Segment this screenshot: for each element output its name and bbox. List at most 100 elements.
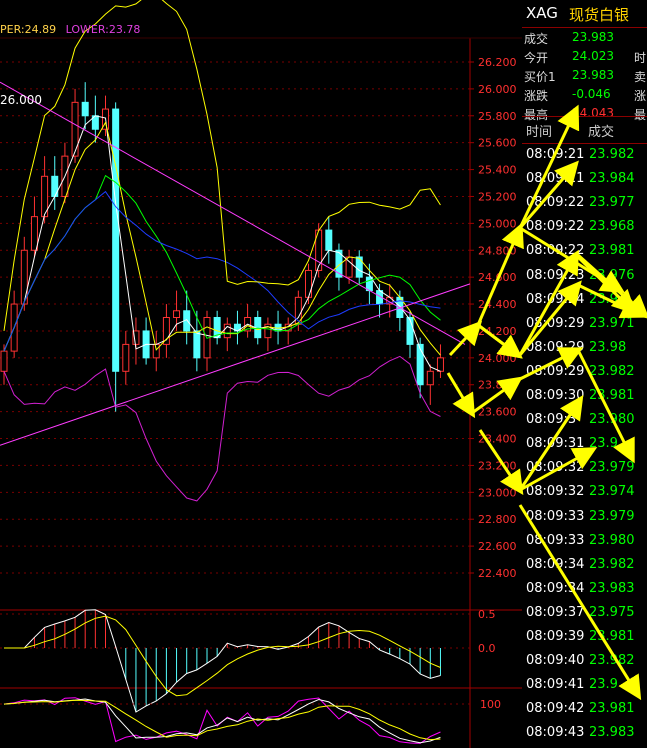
tick-price: 23.984	[589, 171, 635, 187]
tick-row[interactable]: 08:09:22 23.981	[522, 240, 647, 264]
quote-label: 买价1	[524, 70, 556, 84]
tick-row[interactable]: 08:09:22 23.968	[522, 216, 647, 240]
tick-time: 08:09:37	[526, 604, 585, 620]
tick-row[interactable]: 08:09:3 23.980	[522, 409, 647, 433]
tick-time: 08:09:30	[526, 388, 585, 403]
y-tick-label: 23.400	[478, 433, 517, 446]
tick-time: 08:09:29	[526, 315, 585, 331]
y-tick-label: 24.000	[478, 352, 517, 365]
tick-row[interactable]: 08:09:33 23.979	[522, 506, 647, 530]
tick-time: 08:09:43	[526, 725, 585, 741]
quote-value: -0.046	[572, 87, 611, 101]
candle-body	[152, 343, 160, 359]
quote-label: 成交	[524, 32, 549, 46]
candle-body	[0, 350, 8, 372]
tick-row[interactable]: 08:09:43 23.983	[522, 722, 647, 746]
quote-extra-label: 时	[634, 51, 647, 65]
tick-row[interactable]: 08:09:32 23.979	[522, 457, 647, 481]
tick-time: 08:09:22	[526, 243, 585, 259]
bollinger-legend: PER:24.89 LOWER:23.78	[0, 23, 140, 36]
tick-time: 08:09:39	[526, 629, 585, 644]
tick-row[interactable]: 08:09:41 23.9	[522, 674, 647, 698]
tick-row[interactable]: 08:09:32 23.974	[522, 481, 647, 505]
y-tick-label: 24.800	[478, 244, 517, 257]
tick-price: 23.982	[589, 653, 635, 669]
tick-price: 23.9	[589, 436, 618, 452]
tick-row[interactable]: 08:09:42 23.981	[522, 698, 647, 722]
tick-row[interactable]: 08:09:24 23.9	[522, 289, 647, 313]
y-tick-label: 22.800	[478, 513, 517, 526]
tick-time: 08:09:23	[526, 267, 585, 283]
tick-row[interactable]: 08:09:29 23.98	[522, 337, 647, 361]
quote-value: 23.983	[572, 30, 614, 44]
macd-tick-label: 0.0	[478, 642, 496, 655]
tick-price: 23.976	[589, 267, 635, 283]
candle-body	[173, 310, 181, 318]
tick-price: 23.983	[589, 725, 635, 741]
tick-time: 08:09:33	[526, 532, 585, 548]
tick-row[interactable]: 08:09:23 23.976	[522, 265, 647, 289]
candle-body	[20, 249, 28, 305]
quote-header: XAG 现货白银	[522, 0, 647, 28]
symbol-code: XAG	[526, 4, 558, 22]
tick-row[interactable]: 08:09:34 23.982	[522, 554, 647, 578]
tick-row[interactable]: 08:09:29 23.971	[522, 313, 647, 337]
y-tick-label: 23.800	[478, 379, 517, 392]
quote-label: 今开	[524, 51, 549, 65]
tick-row[interactable]: 08:09:33 23.980	[522, 530, 647, 554]
y-tick-label: 26.200	[478, 56, 517, 69]
tick-price: 23.980	[589, 412, 635, 428]
quote-extra-label: 涨	[634, 89, 647, 103]
tick-price: 23.974	[589, 484, 635, 500]
tick-price: 23.979	[589, 460, 635, 476]
candle-body	[426, 370, 434, 386]
tick-time: 08:09:32	[526, 460, 585, 476]
candle-body	[122, 343, 130, 372]
y-tick-label: 25.400	[478, 164, 517, 177]
tick-row[interactable]: 08:09:21 23.984	[522, 168, 647, 192]
y-tick-label: 23.000	[478, 486, 517, 499]
tick-price: 23.9	[589, 291, 618, 307]
tick-row[interactable]: 08:09:21 23.982	[522, 144, 647, 168]
tick-time: 08:09:34	[526, 556, 585, 572]
tick-time: 08:09:29	[526, 339, 585, 355]
tick-row[interactable]: 08:09:31 23.9	[522, 433, 647, 457]
tick-row[interactable]: 08:09:40 23.982	[522, 650, 647, 674]
tick-price: 23.981	[589, 388, 635, 403]
price-column-header: 成交	[588, 125, 615, 140]
tick-row[interactable]: 08:09:30 23.981	[522, 385, 647, 409]
tick-time: 08:09:21	[526, 147, 585, 162]
candle-body	[193, 330, 201, 359]
tick-row[interactable]: 08:09:34 23.983	[522, 578, 647, 602]
tick-price: 23.979	[589, 508, 635, 524]
tick-price: 23.982	[589, 556, 635, 572]
candle-body	[30, 216, 38, 251]
tick-time: 08:09:22	[526, 195, 585, 211]
candle-body	[71, 101, 79, 157]
candle-body	[51, 175, 59, 197]
tick-row[interactable]: 08:09:39 23.981	[522, 626, 647, 650]
candle-body	[325, 229, 333, 251]
macd-tick-label: 0.5	[478, 608, 496, 621]
quote-value: 24.023	[572, 49, 614, 63]
tick-time: 08:09:33	[526, 508, 585, 524]
y-tick-label: 23.600	[478, 406, 517, 419]
time-column-header: 时间	[526, 125, 553, 140]
y-tick-label: 23.200	[478, 459, 517, 472]
tick-time: 08:09:22	[526, 219, 585, 235]
candle-body	[436, 357, 444, 372]
tick-row[interactable]: 08:09:29 23.982	[522, 361, 647, 385]
candle-body	[365, 276, 373, 292]
tick-price: 23.982	[589, 363, 635, 379]
candle-body	[355, 256, 363, 278]
tick-time: 08:09:31	[526, 436, 585, 452]
tick-price: 23.981	[589, 629, 635, 644]
quote-value: 23.983	[572, 68, 614, 82]
tick-row[interactable]: 08:09:37 23.975	[522, 602, 647, 626]
price-annotation: 26.000	[0, 93, 42, 107]
quote-label: 涨跌	[524, 89, 549, 103]
candle-body	[416, 343, 424, 386]
tick-price: 23.981	[589, 701, 635, 717]
tick-price: 23.971	[589, 315, 635, 331]
tick-row[interactable]: 08:09:22 23.977	[522, 192, 647, 216]
